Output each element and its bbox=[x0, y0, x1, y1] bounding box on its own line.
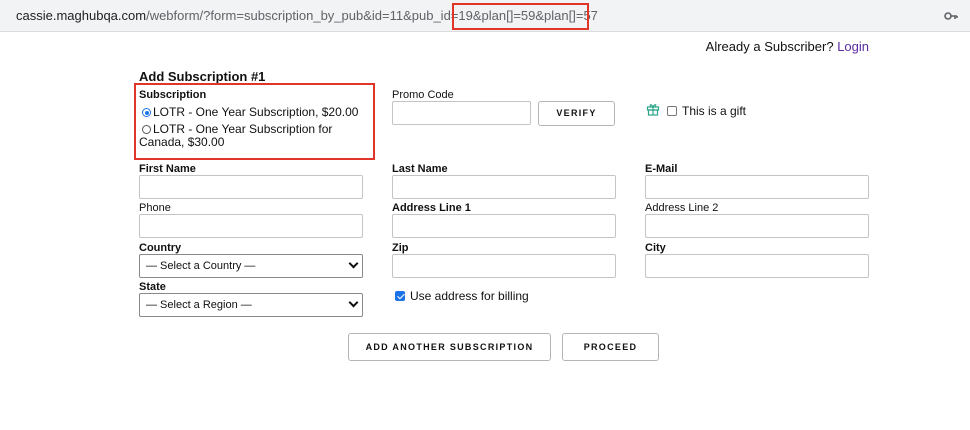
login-link[interactable]: Login bbox=[837, 39, 869, 54]
country-label: Country bbox=[139, 242, 182, 254]
subscription-option-1-label: LOTR - One Year Subscription, $20.00 bbox=[153, 105, 359, 119]
zip-input[interactable] bbox=[392, 254, 616, 278]
chevron-down-icon bbox=[348, 258, 359, 269]
radio-selected-icon[interactable] bbox=[142, 108, 151, 117]
gift-checkbox[interactable] bbox=[667, 106, 677, 116]
email-input[interactable] bbox=[645, 175, 869, 199]
state-selected-value: — Select a Region — bbox=[146, 299, 252, 311]
gift-icon bbox=[646, 104, 660, 116]
state-select[interactable]: — Select a Region — bbox=[139, 293, 363, 317]
address-line-2-input[interactable] bbox=[645, 214, 869, 238]
proceed-button[interactable]: PROCEED bbox=[562, 333, 659, 361]
email-label: E-Mail bbox=[645, 163, 678, 175]
subscription-option-2-line2: Canada, $30.00 bbox=[139, 135, 225, 149]
last-name-label: Last Name bbox=[392, 163, 448, 175]
already-subscriber-text: Already a Subscriber? bbox=[705, 39, 834, 54]
subscriber-line: Already a Subscriber? Login bbox=[706, 39, 869, 54]
last-name-input[interactable] bbox=[392, 175, 616, 199]
url-host: cassie.maghubqa.com bbox=[16, 8, 147, 23]
subscription-option-2-label-line1: LOTR - One Year Subscription for bbox=[153, 122, 333, 136]
country-select[interactable]: — Select a Country — bbox=[139, 254, 363, 278]
city-input[interactable] bbox=[645, 254, 869, 278]
country-selected-value: — Select a Country — bbox=[146, 260, 256, 272]
form-title: Add Subscription #1 bbox=[139, 69, 266, 84]
url-plan-highlight-box bbox=[452, 3, 589, 30]
state-label: State bbox=[139, 281, 166, 293]
subscription-option-1[interactable]: LOTR - One Year Subscription, $20.00 bbox=[142, 106, 358, 119]
promo-code-input[interactable] bbox=[392, 101, 531, 125]
verify-button[interactable]: VERIFY bbox=[538, 101, 615, 126]
gift-label: This is a gift bbox=[682, 104, 747, 118]
billing-checkbox[interactable] bbox=[395, 291, 405, 301]
subscription-label: Subscription bbox=[139, 89, 207, 101]
address-line-2-label: Address Line 2 bbox=[645, 202, 719, 214]
phone-label: Phone bbox=[139, 202, 171, 214]
city-label: City bbox=[645, 242, 666, 254]
radio-unselected-icon[interactable] bbox=[142, 125, 151, 134]
address-line-1-label: Address Line 1 bbox=[392, 202, 471, 214]
chevron-down-icon bbox=[348, 297, 359, 308]
zip-label: Zip bbox=[392, 242, 409, 254]
address-line-1-input[interactable] bbox=[392, 214, 616, 238]
key-icon[interactable] bbox=[944, 9, 958, 23]
first-name-input[interactable] bbox=[139, 175, 363, 199]
billing-label: Use address for billing bbox=[410, 289, 529, 303]
promo-code-label: Promo Code bbox=[392, 89, 454, 101]
first-name-label: First Name bbox=[139, 163, 196, 175]
phone-input[interactable] bbox=[139, 214, 363, 238]
add-another-subscription-button[interactable]: ADD ANOTHER SUBSCRIPTION bbox=[348, 333, 551, 361]
